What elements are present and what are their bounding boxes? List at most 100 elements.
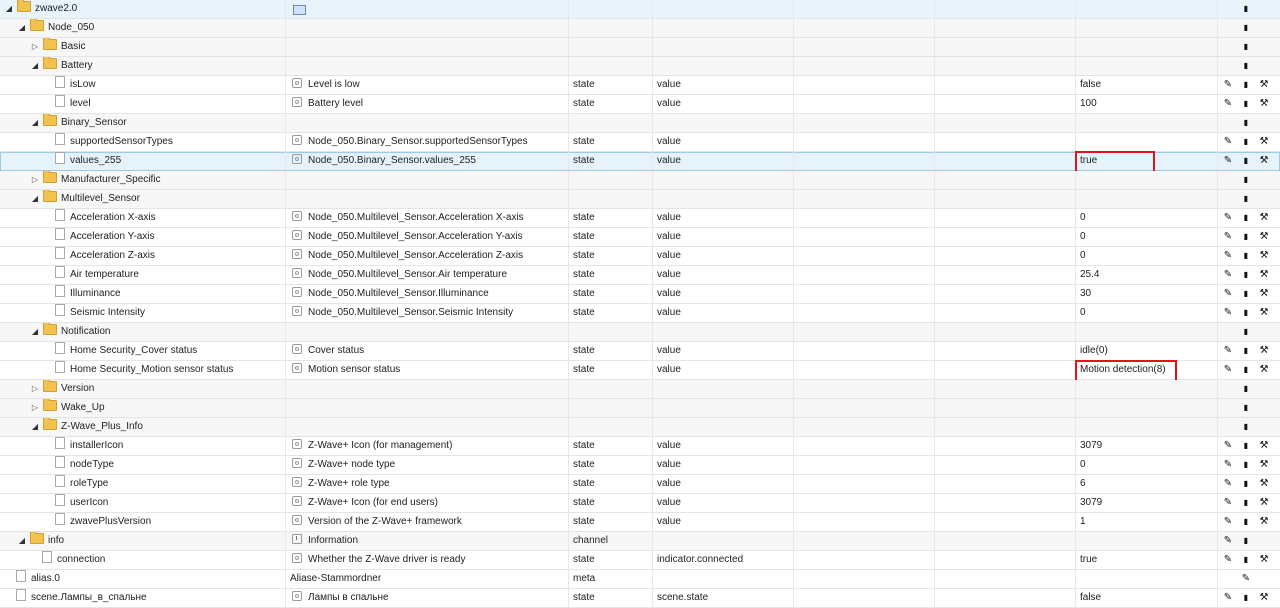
tree-state-row[interactable]: Acceleration X-axis Node_050.Multilevel_S…: [0, 209, 1280, 228]
object-value-cell[interactable]: [1076, 418, 1218, 436]
object-value-cell[interactable]: [1076, 133, 1218, 151]
wrench-icon[interactable]: ⚒: [1254, 95, 1274, 113]
wrench-icon[interactable]: ⚒: [1254, 247, 1274, 265]
collapse-arrow-icon[interactable]: ◢: [30, 323, 40, 341]
object-id-cell[interactable]: Acceleration Y-axis: [0, 228, 286, 246]
tree-state-row[interactable]: Acceleration Y-axis Node_050.Multilevel_S…: [0, 228, 1280, 247]
object-id-cell[interactable]: ◢ Multilevel_Sensor: [0, 190, 286, 208]
trash-icon[interactable]: ▮: [1236, 361, 1256, 379]
trash-icon[interactable]: ▮: [1236, 475, 1256, 493]
object-id-cell[interactable]: ▷ Version: [0, 380, 286, 398]
object-id-cell[interactable]: ▷ Manufacturer_Specific: [0, 171, 286, 189]
tree-folder-row[interactable]: ▷ Wake_Up ▮: [0, 399, 1280, 418]
object-id-cell[interactable]: ◢ Battery: [0, 57, 286, 75]
object-id-cell[interactable]: values_255: [0, 152, 286, 170]
trash-icon[interactable]: ▮: [1236, 228, 1256, 246]
object-value-cell[interactable]: 6: [1076, 475, 1218, 493]
object-value-cell[interactable]: [1076, 570, 1218, 588]
object-id-cell[interactable]: level: [0, 95, 286, 113]
expand-arrow-icon[interactable]: ▷: [30, 171, 40, 189]
wrench-icon[interactable]: ⚒: [1254, 266, 1274, 284]
tree-state-row[interactable]: scene.Лампы_в_спальне Лампы в спальне stat…: [0, 589, 1280, 608]
object-value-cell[interactable]: [1076, 38, 1218, 56]
object-id-cell[interactable]: Seismic Intensity: [0, 304, 286, 322]
wrench-icon[interactable]: ⚒: [1254, 76, 1274, 94]
tree-state-row[interactable]: Home Security_Cover status Cover status st…: [0, 342, 1280, 361]
wrench-icon[interactable]: ⚒: [1254, 133, 1274, 151]
object-value-cell[interactable]: [1076, 323, 1218, 341]
trash-icon[interactable]: ▮: [1236, 114, 1256, 132]
tree-state-row[interactable]: Air temperature Node_050.Multilevel_Senso…: [0, 266, 1280, 285]
trash-icon[interactable]: ▮: [1236, 190, 1256, 208]
object-id-cell[interactable]: ◢ Z-Wave_Plus_Info: [0, 418, 286, 436]
expand-arrow-icon[interactable]: ▷: [30, 399, 40, 417]
pencil-icon[interactable]: ✎: [1218, 76, 1238, 94]
tree-state-row[interactable]: Seismic Intensity Node_050.Multilevel_Sen…: [0, 304, 1280, 323]
object-value-cell[interactable]: true: [1076, 152, 1218, 170]
pencil-icon[interactable]: ✎: [1218, 228, 1238, 246]
tree-folder-row[interactable]: ◢ Battery ▮: [0, 57, 1280, 76]
object-id-cell[interactable]: connection: [0, 551, 286, 569]
pencil-icon[interactable]: ✎: [1218, 247, 1238, 265]
object-value-cell[interactable]: [1076, 380, 1218, 398]
trash-icon[interactable]: ▮: [1236, 494, 1256, 512]
trash-icon[interactable]: ▮: [1236, 304, 1256, 322]
trash-icon[interactable]: ▮: [1236, 95, 1256, 113]
pencil-icon[interactable]: ✎: [1218, 589, 1238, 607]
object-value-cell[interactable]: 100: [1076, 95, 1218, 113]
object-value-cell[interactable]: idle(0): [1076, 342, 1218, 360]
collapse-arrow-icon[interactable]: ◢: [30, 114, 40, 132]
object-value-cell[interactable]: [1076, 532, 1218, 550]
object-id-cell[interactable]: ◢ info: [0, 532, 286, 550]
pencil-icon[interactable]: ✎: [1218, 285, 1238, 303]
trash-icon[interactable]: ▮: [1236, 589, 1256, 607]
object-id-cell[interactable]: Acceleration Z-axis: [0, 247, 286, 265]
pencil-icon[interactable]: ✎: [1218, 456, 1238, 474]
trash-icon[interactable]: ▮: [1236, 38, 1256, 56]
object-id-cell[interactable]: nodeType: [0, 456, 286, 474]
object-value-cell[interactable]: 30: [1076, 285, 1218, 303]
trash-icon[interactable]: ▮: [1236, 551, 1256, 569]
object-id-cell[interactable]: ▷ Basic: [0, 38, 286, 56]
object-value-cell[interactable]: 0: [1076, 228, 1218, 246]
tree-state-row[interactable]: Home Security_Motion sensor status Motion…: [0, 361, 1280, 380]
object-id-cell[interactable]: isLow: [0, 76, 286, 94]
trash-icon[interactable]: ▮: [1236, 380, 1256, 398]
pencil-icon[interactable]: ✎: [1218, 95, 1238, 113]
tree-folder-row[interactable]: ◢ Z-Wave_Plus_Info ▮: [0, 418, 1280, 437]
collapse-arrow-icon[interactable]: ◢: [4, 0, 14, 18]
object-value-cell[interactable]: 0: [1076, 247, 1218, 265]
tree-folder-row[interactable]: ◢ Node_050 ▮: [0, 19, 1280, 38]
tree-state-row[interactable]: Illuminance Node_050.Multilevel_Sensor.Il…: [0, 285, 1280, 304]
object-value-cell[interactable]: [1076, 171, 1218, 189]
tree-state-row[interactable]: roleType Z-Wave+ role type state value 6 ✎ ▮ ⚒: [0, 475, 1280, 494]
pencil-icon[interactable]: ✎: [1218, 152, 1238, 170]
wrench-icon[interactable]: ⚒: [1254, 513, 1274, 531]
tree-state-row[interactable]: installerIcon Z-Wave+ Icon (for managemen…: [0, 437, 1280, 456]
tree-state-row[interactable]: values_255 Node_050.Binary_Sensor.values_…: [0, 152, 1280, 171]
object-value-cell[interactable]: [1076, 114, 1218, 132]
wrench-icon[interactable]: ⚒: [1254, 361, 1274, 379]
trash-icon[interactable]: ▮: [1236, 342, 1256, 360]
object-id-cell[interactable]: ◢ Node_050: [0, 19, 286, 37]
pencil-icon[interactable]: ✎: [1218, 342, 1238, 360]
object-id-cell[interactable]: Acceleration X-axis: [0, 209, 286, 227]
pencil-icon[interactable]: ✎: [1218, 209, 1238, 227]
trash-icon[interactable]: ▮: [1236, 532, 1256, 550]
wrench-icon[interactable]: ⚒: [1254, 152, 1274, 170]
expand-arrow-icon[interactable]: ▷: [30, 380, 40, 398]
pencil-icon[interactable]: ✎: [1218, 532, 1238, 550]
collapse-arrow-icon[interactable]: ◢: [30, 190, 40, 208]
tree-folder-row[interactable]: ◢ info Information channel ✎ ▮: [0, 532, 1280, 551]
collapse-arrow-icon[interactable]: ◢: [30, 418, 40, 436]
object-id-cell[interactable]: userIcon: [0, 494, 286, 512]
collapse-arrow-icon[interactable]: ◢: [17, 19, 27, 37]
trash-icon[interactable]: ▮: [1236, 285, 1256, 303]
trash-icon[interactable]: ▮: [1236, 437, 1256, 455]
object-id-cell[interactable]: Home Security_Cover status: [0, 342, 286, 360]
trash-icon[interactable]: ▮: [1236, 57, 1256, 75]
trash-icon[interactable]: ▮: [1236, 399, 1256, 417]
object-value-cell[interactable]: [1076, 0, 1218, 18]
trash-icon[interactable]: ▮: [1236, 418, 1256, 436]
tree-state-row[interactable]: isLow Level is low state value false ✎ ▮ ⚒: [0, 76, 1280, 95]
